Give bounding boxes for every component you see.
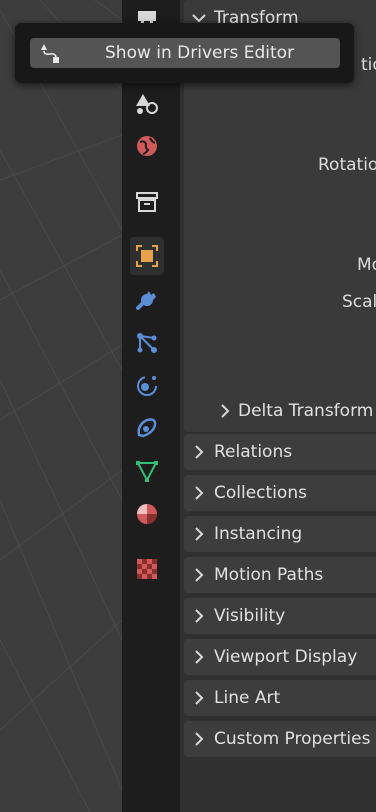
physics-scene-icon [136,94,158,114]
location-label: tio [361,55,376,75]
properties-editor: Transform tio Rotatio Mo Scal Delta Tran… [180,0,376,812]
tab-object[interactable] [130,237,164,275]
3d-viewport[interactable] [0,0,122,812]
chevron-right-icon [184,445,214,459]
properties-tab-strip [122,0,180,812]
rotation-label: Rotatio [318,155,376,175]
constraints-icon [137,418,157,438]
panel-line-art[interactable]: Line Art [184,680,376,716]
chevron-right-icon [212,404,238,418]
object-icon [136,245,158,267]
chevron-right-icon [184,609,214,623]
tab-particles[interactable] [130,324,164,362]
button-label: Show in Drivers Editor [105,43,295,63]
object-data-mesh-icon [136,461,158,483]
panel-label: Instancing [214,524,303,544]
panel-instancing[interactable]: Instancing [184,516,376,552]
chevron-right-icon [184,527,214,541]
chevron-down-icon [184,13,214,23]
panel-custom-properties[interactable]: Custom Properties [184,721,376,757]
panel-label: Collections [214,483,307,503]
chevron-right-icon [184,691,214,705]
tab-collection[interactable] [130,183,164,221]
panel-label: Viewport Display [214,647,358,667]
drivers-popup: Show in Drivers Editor [15,23,354,83]
texture-icon [137,559,157,579]
chevron-right-icon [184,650,214,664]
panel-motion-paths[interactable]: Motion Paths [184,557,376,593]
tab-material[interactable] [130,495,164,533]
panel-label: Relations [214,442,293,462]
drivers-icon [30,42,70,64]
panel-viewport-display[interactable]: Viewport Display [184,639,376,675]
panel-label: Custom Properties [214,729,371,749]
panel-label: Line Art [214,688,281,708]
world-icon [137,136,157,156]
mode-label: Mo [357,255,376,275]
tab-object-data[interactable] [130,452,164,490]
material-icon [137,504,157,524]
panel-label: Motion Paths [214,565,324,585]
tab-texture[interactable] [130,550,164,588]
chevron-right-icon [184,732,214,746]
tab-world[interactable] [130,127,164,165]
panel-collections[interactable]: Collections [184,475,376,511]
collection-icon [136,192,158,212]
tab-constraints[interactable] [130,409,164,447]
tab-modifiers[interactable] [130,280,164,318]
panel-visibility[interactable]: Visibility [184,598,376,634]
chevron-right-icon [184,486,214,500]
tab-scene-physics[interactable] [130,84,164,122]
panel-label: Visibility [214,606,286,626]
viewport-grid [0,0,122,812]
chevron-right-icon [184,568,214,582]
scale-label: Scal [342,292,376,312]
show-in-drivers-editor-button[interactable]: Show in Drivers Editor [30,38,340,68]
panel-relations[interactable]: Relations [184,434,376,470]
delta-transform-title: Delta Transform [238,401,374,421]
particles-icon [137,333,157,353]
physics-icon [137,376,157,396]
tab-physics[interactable] [130,366,164,404]
modifier-wrench-icon [136,291,156,310]
delta-transform-header[interactable]: Delta Transform [184,392,376,430]
